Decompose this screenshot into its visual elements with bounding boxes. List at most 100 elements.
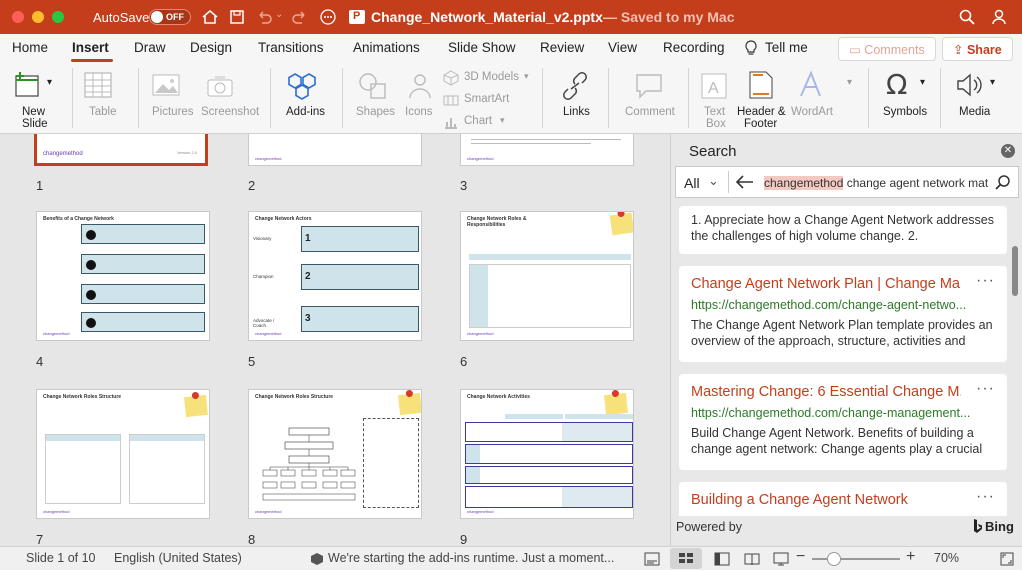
undo-dropdown-icon[interactable]: ⌄ [275,9,283,20]
tab-animations[interactable]: Animations [353,40,420,55]
result-card[interactable]: Mastering Change: 6 Essential Change M..… [679,374,1007,470]
tab-slide-show[interactable]: Slide Show [448,40,516,55]
media-speaker-icon[interactable] [955,72,985,98]
more-options-icon[interactable]: ··· [976,488,995,506]
table-icon[interactable] [84,72,112,98]
back-arrow-icon[interactable] [736,175,754,189]
zoom-out-button[interactable]: − [796,548,805,566]
more-icon[interactable] [319,8,337,26]
more-options-icon[interactable]: ··· [976,380,995,398]
tab-recording[interactable]: Recording [663,40,725,55]
pictures-icon[interactable] [152,72,182,98]
zoom-slider-track[interactable] [812,558,900,560]
slide-thumbnail-5[interactable]: Change Network Actors Visionary Champion… [248,211,422,341]
search-results[interactable]: 1. Appreciate how a Change Agent Network… [671,206,1011,516]
comment-icon[interactable] [634,72,664,100]
chart-dropdown-icon[interactable]: ▾ [500,115,505,126]
omega-icon[interactable]: Ω [886,68,907,101]
benefit-box [81,224,205,244]
activities-header [465,414,633,419]
comments-button[interactable]: ▭ Comments [838,37,936,61]
undo-icon[interactable] [255,8,273,26]
result-title[interactable]: Change Agent Network Plan | Change Ma... [691,276,961,292]
actor-label: Visionary [253,236,272,241]
3d-models-label[interactable]: 3D Models [464,71,519,83]
symbols-dropdown-icon[interactable]: ▾ [920,76,925,89]
smartart-label[interactable]: SmartArt [464,93,509,105]
search-scope[interactable]: All [684,175,700,191]
divider [728,171,729,193]
slide-thumbnail-1[interactable]: changemethod Version 2.0 [34,134,208,166]
zoom-window-button[interactable] [52,11,64,23]
close-icon[interactable]: ✕ [1001,144,1015,158]
scrollbar-thumb[interactable] [1012,246,1018,296]
close-window-button[interactable] [12,11,24,23]
new-slide-icon[interactable] [12,70,44,100]
media-dropdown-icon[interactable]: ▾ [990,76,995,89]
add-ins-icon[interactable] [286,70,318,102]
link-icon[interactable] [560,72,590,100]
result-card[interactable]: Change Agent Network Plan | Change Ma...… [679,266,1007,362]
result-card[interactable]: Building a Change Agent Network ··· [679,482,1007,516]
slide-thumbnail-7[interactable]: Change Network Roles Structure changemet… [36,389,210,519]
smartart-icon[interactable] [443,92,459,108]
redo-icon[interactable] [291,8,309,26]
text-box-icon[interactable]: A [700,72,728,100]
screenshot-icon[interactable] [206,74,234,98]
tab-review[interactable]: Review [540,40,584,55]
fit-to-window-icon[interactable] [1000,552,1014,566]
icons-icon[interactable] [406,72,434,100]
notes-icon[interactable] [644,552,660,566]
minimize-window-button[interactable] [32,11,44,23]
tab-transitions[interactable]: Transitions [258,40,324,55]
result-title[interactable]: Building a Change Agent Network [691,492,961,508]
wordart-icon[interactable] [798,70,824,100]
text-dropdown-icon[interactable]: ▾ [847,76,852,89]
tab-home[interactable]: Home [12,40,48,55]
tab-design[interactable]: Design [190,40,232,55]
slide-thumbnail-2[interactable]: changemethod [248,134,422,166]
more-options-icon[interactable]: ··· [976,272,995,290]
language[interactable]: English (United States) [114,551,242,565]
slide-sorter-view-button[interactable] [670,548,702,569]
result-title[interactable]: Mastering Change: 6 Essential Change M..… [691,384,961,400]
result-card-partial[interactable]: 1. Appreciate how a Change Agent Network… [679,206,1007,254]
autosave-toggle[interactable]: OFF [149,9,191,25]
search-icon[interactable] [994,174,1012,192]
chart-icon[interactable] [443,114,459,130]
slide-thumbnail-4[interactable]: Benefits of a Change Network changemetho… [36,211,210,341]
slide-sorter[interactable]: changemethod Version 2.0 1 changemethod … [0,134,670,546]
tell-me[interactable]: Tell me [765,40,808,55]
search-input[interactable]: changemethod change agent network mate [764,173,988,193]
header-footer-icon[interactable] [748,70,774,100]
3d-models-icon[interactable] [443,70,459,86]
new-slide-dropdown-icon[interactable]: ▾ [47,76,52,89]
powered-by: Powered by [676,520,743,534]
share-button[interactable]: ⇪ Share [942,37,1013,61]
slide-thumbnail-9[interactable]: Change Network Activities changemethod [460,389,634,519]
slide-thumbnail-6[interactable]: Change Network Roles & Responsibilities … [460,211,634,341]
reading-view-icon[interactable] [744,552,760,566]
scope-dropdown-icon[interactable]: ⌄ [708,173,719,189]
comment-bubble-icon: ▭ [849,43,861,57]
zoom-in-button[interactable]: + [906,548,915,566]
zoom-slider-thumb[interactable] [827,552,841,566]
tab-draw[interactable]: Draw [134,40,166,55]
account-icon[interactable] [990,8,1008,26]
slide-thumbnail-8[interactable]: Change Network Roles Structure changemet… [248,389,422,519]
result-url[interactable]: https://changemethod.com/change-manageme… [691,406,981,420]
tab-view[interactable]: View [608,40,637,55]
search-icon[interactable] [958,8,976,26]
result-url[interactable]: https://changemethod.com/change-agent-ne… [691,298,981,312]
home-icon[interactable] [201,8,219,26]
slideshow-view-icon[interactable] [773,552,789,566]
save-icon[interactable] [228,8,246,26]
normal-view-icon[interactable] [714,552,730,566]
powerpoint-file-icon: P [349,10,365,24]
slide-thumbnail-3[interactable]: changemethod [460,134,634,166]
chart-label[interactable]: Chart [464,115,492,127]
tab-insert[interactable]: Insert [72,40,109,55]
3d-models-dropdown-icon[interactable]: ▾ [524,71,529,82]
zoom-level[interactable]: 70% [934,551,959,565]
shapes-icon[interactable] [358,72,388,100]
